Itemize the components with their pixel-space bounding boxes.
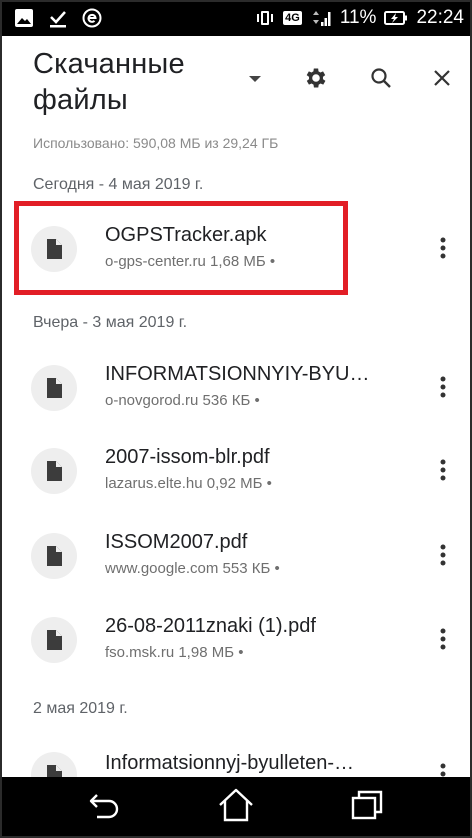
nav-bar	[0, 777, 472, 838]
download-done-icon	[48, 8, 68, 28]
close-button[interactable]	[424, 62, 460, 98]
dropdown-icon	[247, 71, 263, 89]
search-button[interactable]	[363, 62, 399, 98]
file-name: 2007-issom-blr.pdf	[105, 446, 270, 468]
list-item[interactable]: INFORMATSIONNYIY-BYU… o-novgorod.ru 536 …	[0, 345, 472, 427]
more-vert-icon	[440, 459, 446, 486]
file-meta: o-novgorod.ru 536 КБ •	[105, 392, 260, 409]
back-button[interactable]	[75, 783, 135, 833]
file-icon	[31, 365, 77, 411]
file-icon	[31, 617, 77, 663]
file-name: INFORMATSIONNYIY-BYU…	[105, 363, 370, 385]
more-vert-icon	[440, 628, 446, 655]
file-name: ISSOM2007.pdf	[105, 531, 248, 553]
more-options-button[interactable]	[428, 454, 458, 490]
battery-percent: 11%	[339, 7, 377, 28]
settings-icon	[303, 65, 329, 96]
file-name: 26-08-2011znaki (1).pdf	[105, 615, 316, 637]
file-meta: www.google.com 553 КБ •	[105, 560, 280, 577]
section-header-yesterday: Вчера - 3 мая 2019 г.	[33, 314, 188, 331]
section-header-today: Сегодня - 4 мая 2019 г.	[33, 176, 204, 193]
file-name: Informatsionnyj-byulleten-…	[105, 752, 354, 774]
file-meta: fso.msk.ru 1,98 МБ •	[105, 644, 244, 661]
recent-apps-icon	[349, 788, 385, 827]
more-options-button[interactable]	[428, 623, 458, 659]
file-icon	[31, 533, 77, 579]
close-icon	[431, 67, 453, 94]
home-icon	[216, 787, 256, 828]
file-name: OGPSTracker.apk	[105, 224, 267, 246]
file-icon	[31, 448, 77, 494]
dropdown-button[interactable]	[237, 62, 273, 98]
status-left	[14, 8, 102, 28]
back-icon	[85, 789, 125, 826]
app-bar: Скачанные файлы	[0, 36, 472, 126]
more-options-button[interactable]	[428, 232, 458, 268]
file-meta: lazarus.elte.hu 0,92 МБ •	[105, 475, 272, 492]
e-icon	[82, 8, 102, 28]
network-label: 4G	[283, 11, 302, 25]
more-vert-icon	[440, 237, 446, 264]
section-header-may2: 2 мая 2019 г.	[33, 700, 128, 717]
list-item[interactable]: OGPSTracker.apk o-gps-center.ru 1,68 МБ …	[0, 206, 472, 288]
recent-apps-button[interactable]	[337, 783, 397, 833]
signal-icon	[310, 8, 332, 28]
list-item[interactable]: 26-08-2011znaki (1).pdf fso.msk.ru 1,98 …	[0, 597, 472, 679]
more-options-button[interactable]	[428, 539, 458, 575]
status-bar: 4G 11% 22:24	[0, 0, 472, 36]
home-button[interactable]	[206, 783, 266, 833]
file-meta: o-gps-center.ru 1,68 МБ •	[105, 253, 276, 270]
list-item[interactable]: 2007-issom-blr.pdf lazarus.elte.hu 0,92 …	[0, 428, 472, 510]
more-options-button[interactable]	[428, 371, 458, 407]
file-icon	[31, 226, 77, 272]
network-4g-icon: 4G	[283, 11, 302, 25]
search-icon	[369, 66, 393, 95]
image-icon	[14, 8, 34, 28]
status-time: 22:24	[416, 7, 464, 28]
battery-charging-icon	[384, 8, 408, 28]
settings-button[interactable]	[298, 62, 334, 98]
list-item[interactable]: ISSOM2007.pdf www.google.com 553 КБ •	[0, 513, 472, 595]
more-vert-icon	[440, 544, 446, 571]
more-vert-icon	[440, 376, 446, 403]
page-title: Скачанные файлы	[33, 48, 185, 116]
status-right: 4G 11% 22:24	[255, 7, 464, 29]
vibrate-icon	[255, 8, 275, 28]
storage-info: Использовано: 590,08 МБ из 29,24 ГБ	[33, 135, 279, 151]
